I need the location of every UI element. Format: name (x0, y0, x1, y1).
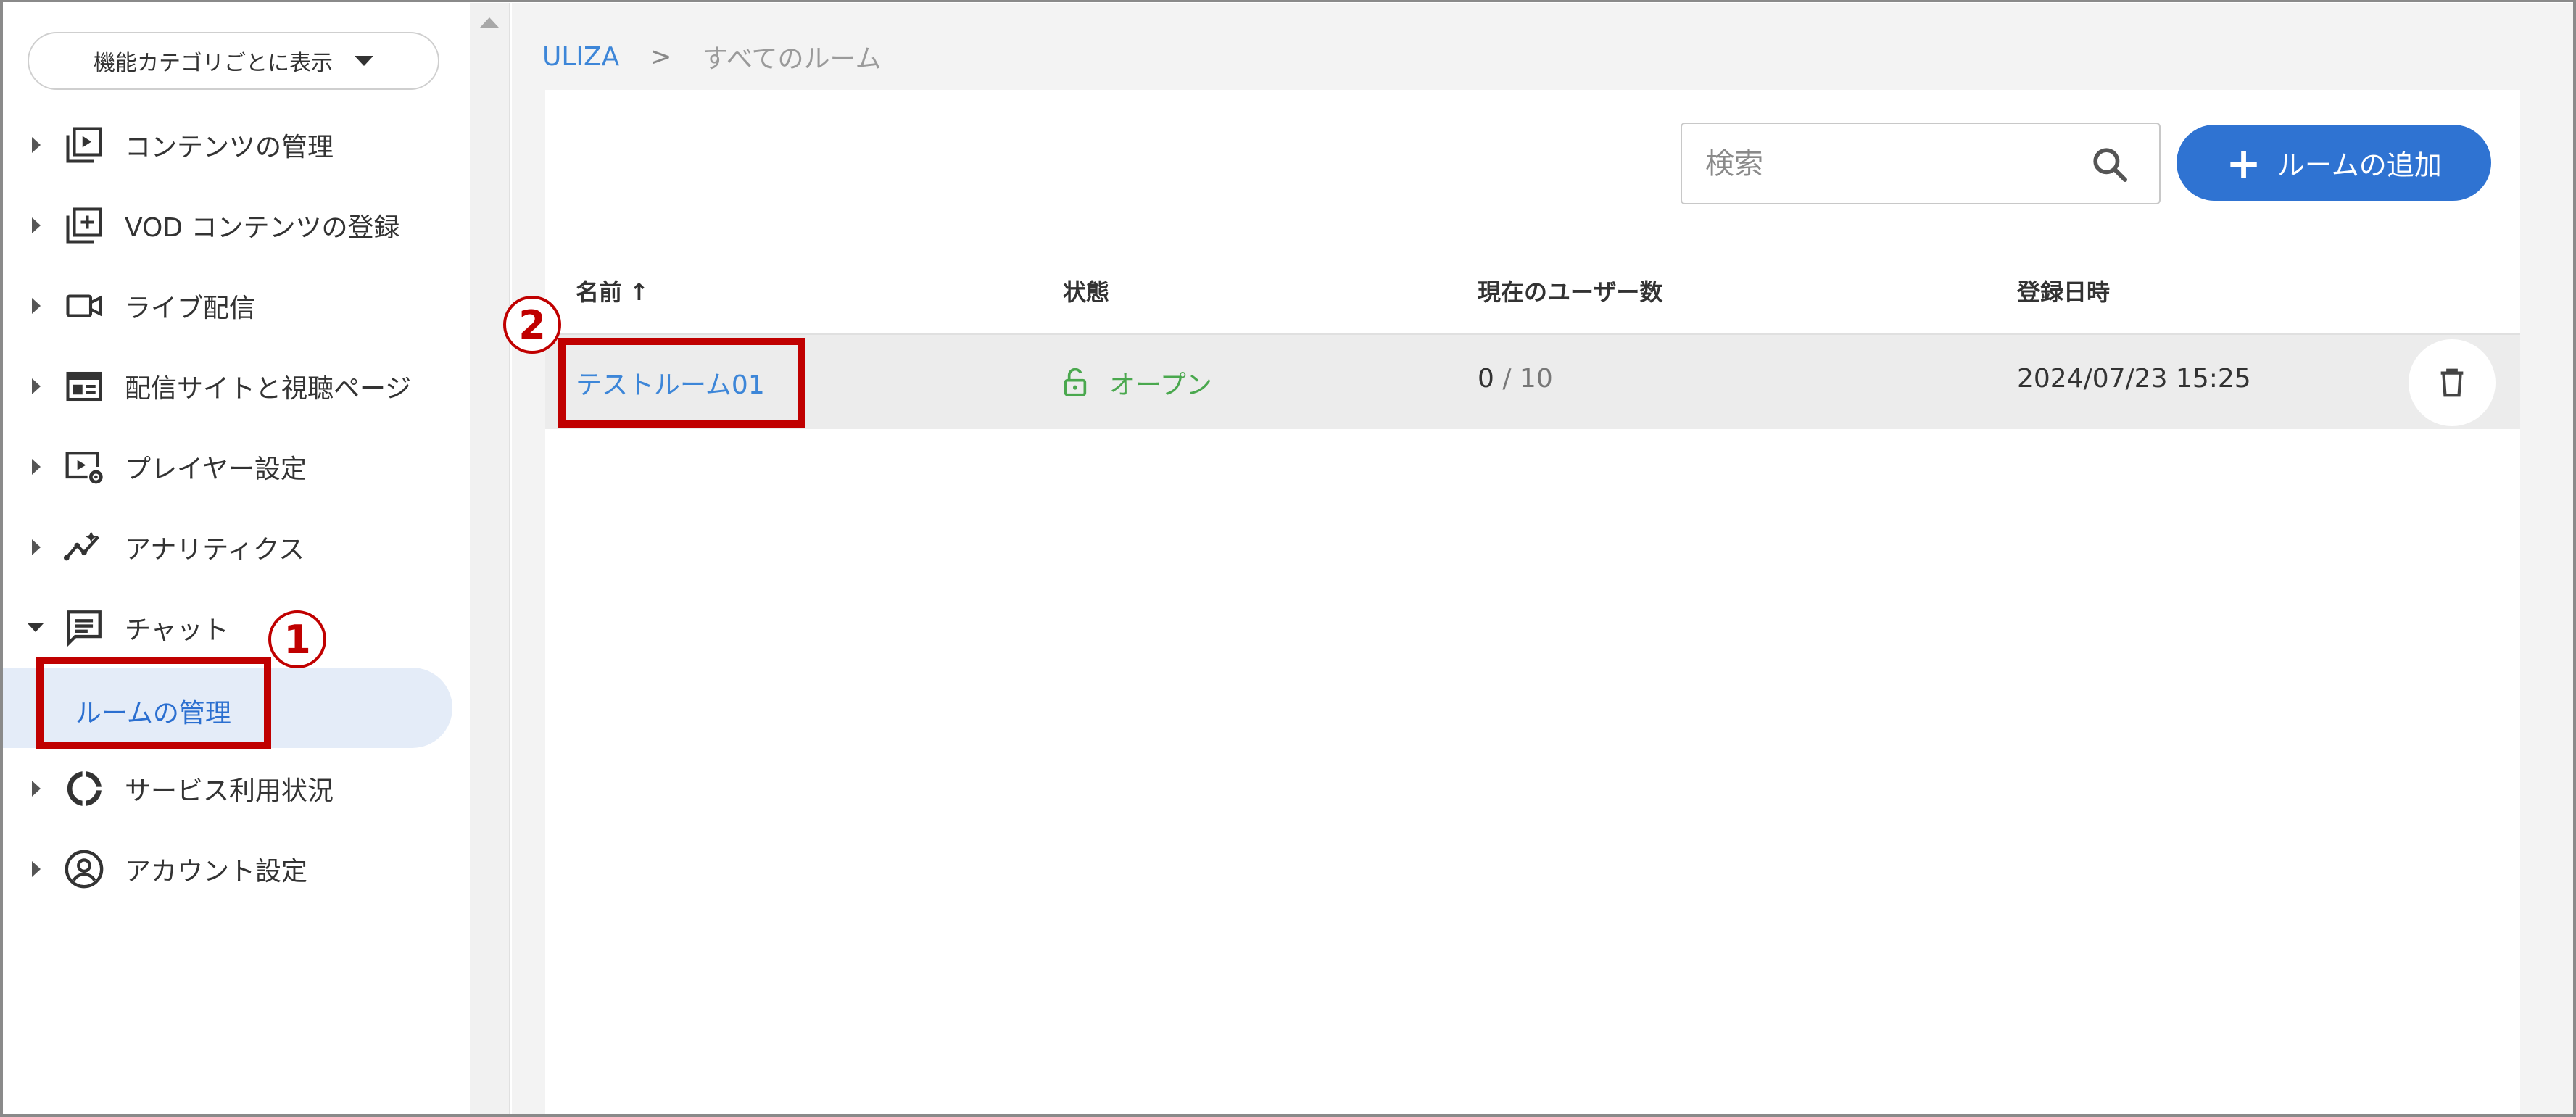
sidebar-item-sites[interactable]: 配信サイトと視聴ページ (3, 346, 470, 426)
expand-arrow-icon (32, 136, 41, 153)
column-header-registered: 登録日時 (2017, 278, 2111, 306)
chat-icon (62, 606, 106, 649)
unlock-icon (1064, 368, 1087, 396)
search-icon[interactable] (2090, 144, 2130, 185)
expand-arrow-icon (32, 217, 41, 233)
category-select-label: 機能カテゴリごとに表示 (94, 51, 333, 76)
analytics-icon (62, 526, 106, 569)
delete-room-button[interactable] (2409, 339, 2496, 426)
plus-icon: + (2226, 138, 2261, 188)
scroll-up-arrow-icon[interactable] (480, 17, 499, 28)
breadcrumb: ULIZA > すべてのルーム (542, 38, 881, 75)
room-user-count: 0 / 10 (1478, 364, 1553, 394)
search-input[interactable] (1682, 124, 2074, 203)
category-view-select[interactable]: 機能カテゴリごとに表示 (28, 32, 439, 90)
column-header-users: 現在のユーザー数 (1478, 278, 1663, 306)
search-box[interactable] (1681, 123, 2161, 204)
sidebar-item-label: 配信サイトと視聴ページ (125, 373, 412, 404)
expand-arrow-icon (32, 297, 41, 314)
max-users: / 10 (1494, 364, 1553, 394)
add-room-label: ルームの追加 (2277, 149, 2442, 181)
sidebar-item-label: チャット (125, 615, 229, 645)
room-status: オープン (1063, 364, 1212, 402)
sidebar-item-analytics[interactable]: アナリティクス (3, 507, 470, 587)
expand-arrow-icon (32, 860, 41, 877)
sidebar-item-label: VOD コンテンツの登録 (125, 212, 400, 243)
current-users: 0 (1478, 364, 1494, 394)
sidebar-item-label: サービス利用状況 (125, 776, 334, 806)
sort-ascending-icon: ↑ (629, 278, 649, 306)
column-header-name[interactable]: 名前 ↑ (576, 274, 649, 307)
sidebar-nav: コンテンツの管理 VOD コンテンツの登録 ライブ配信 配信サイトと視聴ページ (3, 104, 470, 909)
expand-arrow-icon (32, 458, 41, 475)
sidebar-item-service-usage[interactable]: サービス利用状況 (3, 748, 470, 829)
collapse-arrow-icon (28, 623, 44, 632)
table-row: テストルーム01 オープン 0 / 10 2024/07/23 15:25 (545, 333, 2520, 429)
sidebar: 機能カテゴリごとに表示 コンテンツの管理 VOD コンテンツの登録 ライブ配信 (3, 3, 470, 1114)
expand-arrow-icon (32, 378, 41, 394)
breadcrumb-root-link[interactable]: ULIZA (542, 42, 619, 72)
room-status-label: オープン (1109, 370, 1212, 400)
trash-icon (2440, 368, 2464, 397)
sidebar-item-vod-registration[interactable]: VOD コンテンツの登録 (3, 185, 470, 265)
account-circle-icon (62, 847, 106, 891)
play-box-icon (62, 123, 106, 167)
breadcrumb-separator: > (650, 41, 672, 72)
column-header-status: 状態 (1063, 278, 1110, 306)
expand-arrow-icon (32, 539, 41, 555)
sidebar-item-label: プレイヤー設定 (125, 454, 307, 484)
highlight-box-room-management (36, 657, 271, 749)
room-registered-date: 2024/07/23 15:25 (2017, 364, 2251, 394)
sidebar-item-label: コンテンツの管理 (125, 132, 334, 162)
sidebar-item-label: アカウント設定 (125, 856, 308, 886)
breadcrumb-current: すべてのルーム (702, 44, 882, 74)
sidebar-item-live[interactable]: ライブ配信 (3, 265, 470, 346)
sidebar-item-content-management[interactable]: コンテンツの管理 (3, 104, 470, 185)
caret-down-icon (355, 56, 373, 66)
video-camera-icon (62, 284, 106, 328)
step-marker-1: 1 (268, 610, 326, 668)
expand-arrow-icon (32, 780, 41, 797)
add-room-button[interactable]: + ルームの追加 (2177, 125, 2491, 201)
sidebar-item-player-settings[interactable]: プレイヤー設定 (3, 426, 470, 507)
sidebar-item-account-settings[interactable]: アカウント設定 (3, 829, 470, 909)
sidebar-item-label: アナリティクス (125, 534, 305, 565)
sidebar-item-chat[interactable]: チャット (3, 587, 470, 668)
web-page-icon (62, 365, 106, 408)
main-content: ULIZA > すべてのルーム + ルームの追加 名前↑ 状態 現在のユーザー数… (512, 3, 2573, 1114)
step-marker-2: 2 (503, 296, 561, 354)
donut-chart-icon (62, 767, 106, 810)
player-settings-icon (62, 445, 106, 489)
table-header: 名前 ↑ 状態 現在のユーザー数 登録日時 (545, 264, 2520, 315)
sidebar-scrollbar[interactable] (470, 3, 510, 1114)
rooms-card: + ルームの追加 名前↑ 状態 現在のユーザー数 登録日時 テストルーム01 オ… (545, 90, 2520, 1114)
highlight-box-room-name (558, 338, 805, 428)
sidebar-item-label: ライブ配信 (125, 293, 256, 323)
add-box-icon (62, 204, 106, 247)
column-header-name-label: 名前 (576, 278, 623, 306)
